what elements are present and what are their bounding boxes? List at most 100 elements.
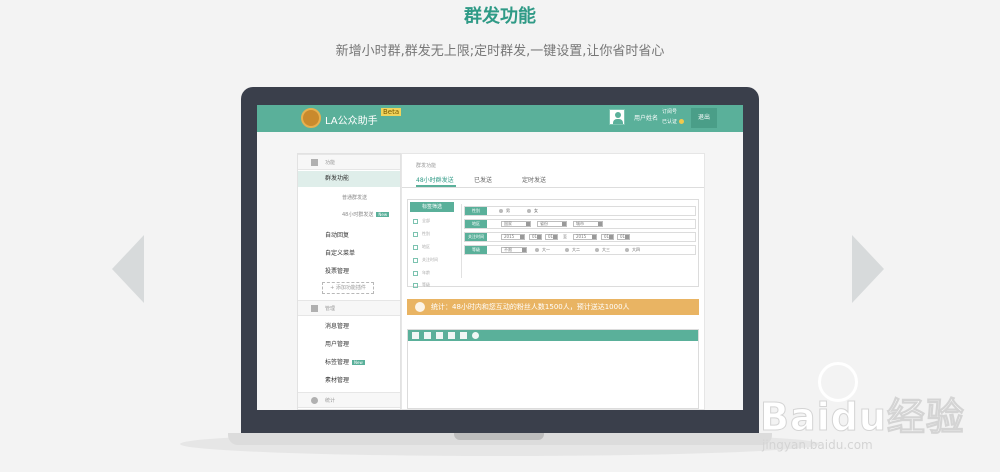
checkbox-icon bbox=[413, 257, 418, 263]
filter-option-label: 性别 bbox=[422, 231, 430, 236]
filter-option-gender[interactable]: 性别 bbox=[413, 231, 430, 237]
radio-icon bbox=[565, 248, 569, 252]
app-logo-text: LA公众助手 bbox=[325, 116, 378, 127]
filter-row-label: 地区 bbox=[465, 220, 487, 228]
option-label: 女 bbox=[534, 208, 538, 213]
filter-option-region[interactable]: 地区 bbox=[413, 244, 430, 250]
filter-row-follow-time: 关注时间 2015 01 01 至 2015 01 01 bbox=[464, 232, 696, 242]
main-panel: 群发功能 48小时群发送 已发送 定时发送 标签筛选 全部 性别 地区 关注时间… bbox=[401, 153, 705, 410]
filter-row-gender: 性别 男 女 bbox=[464, 206, 696, 216]
start-day-select[interactable]: 01 bbox=[545, 234, 558, 240]
sidebar: 功能 群发功能 普通群发送 48小时群发送 New 自动回复 自定义菜单 投票管理… bbox=[297, 153, 401, 410]
pen-icon[interactable] bbox=[412, 332, 419, 339]
filter-option-label: 地区 bbox=[422, 244, 430, 249]
microphone-icon[interactable] bbox=[448, 332, 455, 339]
filter-option-level[interactable]: 等级 bbox=[413, 282, 430, 288]
video-icon[interactable] bbox=[424, 332, 431, 339]
laptop-screen: LA公众助手 Beta 用户姓名 订阅号 已认证 退出 功能 群发功能 普通群发… bbox=[257, 105, 743, 410]
filter-row-level: 等级 不限 大一 大二 大三 大四 bbox=[464, 245, 696, 255]
end-month-select[interactable]: 01 bbox=[601, 234, 614, 240]
option-label: 大三 bbox=[602, 247, 610, 252]
add-plugin-button[interactable]: + 添加功能插件 bbox=[322, 282, 374, 294]
avatar-head bbox=[615, 112, 621, 118]
pie-chart-icon bbox=[311, 397, 318, 404]
user-avatar-icon[interactable] bbox=[609, 109, 625, 125]
filter-option-label: 关注时间 bbox=[422, 257, 438, 262]
carousel-prev-arrow-icon[interactable] bbox=[112, 235, 144, 303]
end-day-select[interactable]: 01 bbox=[617, 234, 630, 240]
grid-icon bbox=[311, 159, 318, 166]
level-option-3[interactable]: 大三 bbox=[595, 247, 610, 253]
option-label: 男 bbox=[506, 208, 510, 213]
filter-grid: 性别 男 女 地区 国家 省份 城市 关注时间 2015 01 01 至 201… bbox=[461, 204, 696, 278]
level-option-2[interactable]: 大二 bbox=[565, 247, 580, 253]
sidebar-item-materials[interactable]: 素材管理 bbox=[325, 375, 349, 384]
gender-option-male[interactable]: 男 bbox=[499, 208, 510, 214]
image-icon[interactable] bbox=[436, 332, 443, 339]
country-select[interactable]: 国家 bbox=[501, 221, 531, 227]
document-icon[interactable] bbox=[460, 332, 467, 339]
app-header: LA公众助手 Beta 用户姓名 订阅号 已认证 退出 bbox=[257, 105, 743, 132]
lion-logo-icon bbox=[301, 108, 321, 128]
laptop-frame: LA公众助手 Beta 用户姓名 订阅号 已认证 退出 功能 群发功能 普通群发… bbox=[241, 87, 759, 434]
checkbox-icon bbox=[413, 218, 418, 224]
filter-option-age[interactable]: 年龄 bbox=[413, 270, 430, 276]
sidebar-item-users[interactable]: 用户管理 bbox=[325, 339, 349, 348]
editor-toolbar bbox=[408, 330, 698, 341]
filter-row-label: 性别 bbox=[465, 207, 487, 215]
level-select[interactable]: 不限 bbox=[501, 247, 527, 253]
logout-button[interactable]: 退出 bbox=[691, 108, 717, 128]
checkbox-icon bbox=[413, 282, 418, 288]
message-editor[interactable] bbox=[407, 329, 699, 409]
start-year-select[interactable]: 2015 bbox=[501, 234, 525, 240]
sidebar-item-messages[interactable]: 消息管理 bbox=[325, 321, 349, 330]
sidebar-item-tags[interactable]: 标签管理 New bbox=[325, 357, 365, 366]
sidebar-subitem-normal-send[interactable]: 普通群发送 bbox=[342, 194, 367, 201]
verified-dot-icon bbox=[679, 119, 684, 124]
province-select[interactable]: 省份 bbox=[537, 221, 567, 227]
city-select[interactable]: 城市 bbox=[573, 221, 603, 227]
filter-option-follow-time[interactable]: 关注时间 bbox=[413, 257, 438, 263]
new-badge: New bbox=[352, 360, 365, 365]
account-status-label: 已认证 bbox=[662, 119, 678, 125]
option-label: 大二 bbox=[572, 247, 580, 252]
avatar-body bbox=[613, 119, 623, 124]
sidebar-item-auto-reply[interactable]: 自动回复 bbox=[325, 230, 349, 239]
checkbox-icon bbox=[413, 270, 418, 276]
emoji-icon[interactable] bbox=[472, 332, 479, 339]
download-icon bbox=[311, 305, 318, 312]
filter-option-all[interactable]: 全部 bbox=[413, 218, 430, 224]
tabs-divider bbox=[402, 187, 704, 188]
tab-scheduled[interactable]: 定时发送 bbox=[522, 175, 546, 184]
level-option-1[interactable]: 大一 bbox=[535, 247, 550, 253]
radio-icon bbox=[527, 209, 531, 213]
sidebar-subitem-48h-send[interactable]: 48小时群发送 New bbox=[342, 211, 390, 218]
section-label: 统计 bbox=[325, 398, 336, 404]
sidebar-section-function[interactable]: 功能 bbox=[298, 154, 400, 170]
option-label: 大一 bbox=[542, 247, 550, 252]
sidebar-item-vote[interactable]: 投票管理 bbox=[325, 266, 349, 275]
sidebar-subitem-label: 48小时群发送 bbox=[342, 212, 374, 218]
sidebar-item-mass-send[interactable]: 群发功能 bbox=[298, 171, 400, 187]
carousel-next-arrow-icon[interactable] bbox=[852, 235, 884, 303]
filter-row-label: 等级 bbox=[465, 246, 487, 254]
beta-badge: Beta bbox=[381, 108, 402, 116]
sidebar-section-manage[interactable]: 管理 bbox=[298, 300, 400, 316]
radio-icon bbox=[535, 248, 539, 252]
end-year-select[interactable]: 2015 bbox=[573, 234, 597, 240]
tag-filter-box: 标签筛选 全部 性别 地区 关注时间 年龄 等级 性别 男 女 地区 国家 省份… bbox=[407, 199, 699, 288]
tab-sent[interactable]: 已发送 bbox=[474, 175, 492, 184]
start-month-select[interactable]: 01 bbox=[529, 234, 542, 240]
username-label[interactable]: 用户姓名 bbox=[634, 113, 658, 122]
filter-option-label: 全部 bbox=[422, 218, 430, 223]
option-label: 大四 bbox=[632, 247, 640, 252]
sidebar-section-stats[interactable]: 统计 bbox=[298, 392, 400, 408]
level-option-4[interactable]: 大四 bbox=[625, 247, 640, 253]
stats-text: 统计：48小时内和您互动的粉丝人数1500人，预计送达1000人 bbox=[431, 303, 630, 311]
tab-48h-send[interactable]: 48小时群发送 bbox=[416, 175, 454, 184]
sidebar-item-label: 标签管理 bbox=[325, 359, 350, 366]
sidebar-item-custom-menu[interactable]: 自定义菜单 bbox=[325, 248, 355, 257]
gender-option-female[interactable]: 女 bbox=[527, 208, 538, 214]
section-label: 管理 bbox=[325, 306, 336, 312]
users-icon bbox=[415, 302, 425, 312]
